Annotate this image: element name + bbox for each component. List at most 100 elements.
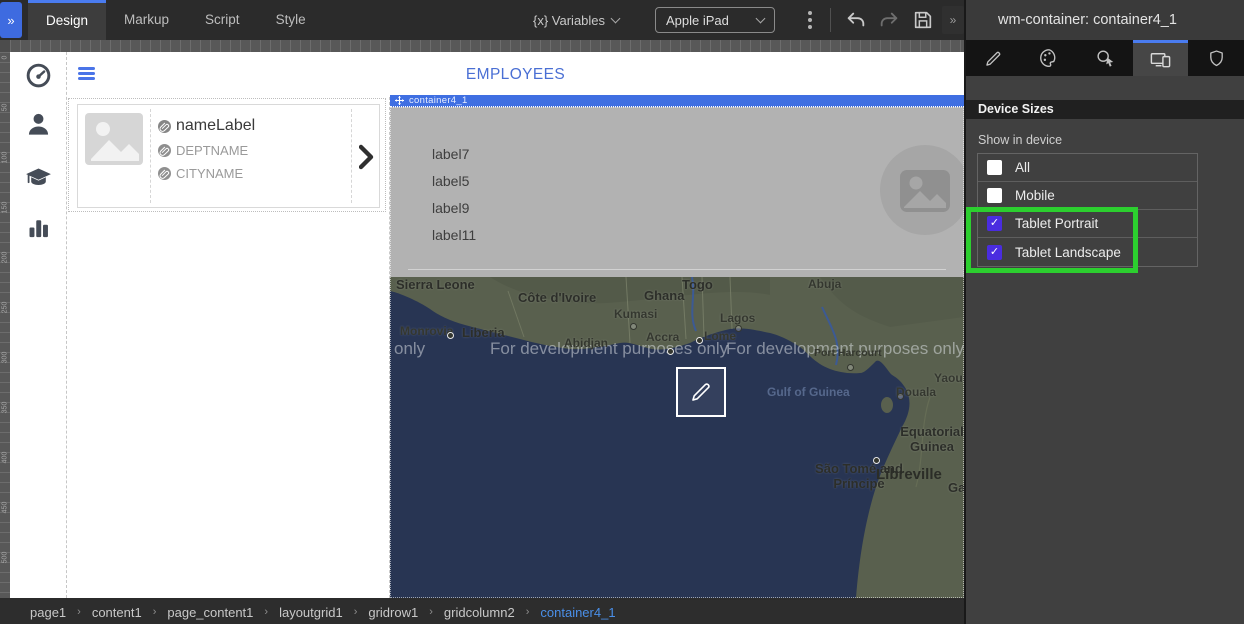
list-item-name-label: nameLabel [176,117,255,135]
device-option-tablet-landscape[interactable]: ✓ Tablet Landscape [978,238,1197,266]
breadcrumb-item-page1[interactable]: page1 [30,605,66,620]
map-label: Lome [704,329,736,343]
ruler-corner [0,40,10,52]
checkbox-checked[interactable]: ✓ [987,216,1002,231]
save-icon[interactable] [912,9,934,31]
person-icon[interactable] [25,111,52,138]
toolbar-more-button[interactable]: » [942,6,964,34]
device-preview-value: Apple iPad [666,13,729,28]
palette-icon [1038,47,1060,69]
card-separator [351,109,352,203]
expand-left-panel-button[interactable]: » [0,2,22,38]
page-header: EMPLOYEES [67,52,964,97]
panel-tab-security[interactable] [1188,40,1244,76]
map-label: Gulf of Guinea [767,385,850,399]
map-label: Lagos [720,311,755,325]
list-widget[interactable]: nameLabel DEPTNAME C [68,98,386,212]
map-watermark: only [394,339,425,359]
list-item-card[interactable]: nameLabel DEPTNAME C [77,104,380,208]
panel-tab-styles[interactable] [1022,40,1078,76]
breadcrumb-item-gridrow1[interactable]: gridrow1 [368,605,418,620]
checkbox-checked[interactable]: ✓ [987,245,1002,260]
tab-style[interactable]: Style [258,0,324,40]
speedometer-icon[interactable] [25,62,52,89]
breadcrumb-separator: › [429,606,433,618]
checkbox-unchecked[interactable] [987,188,1002,203]
device-option-tablet-portrait[interactable]: ✓Tablet Portrait [978,210,1197,238]
device-option-label: All [1015,160,1030,175]
breadcrumb-separator: › [77,606,81,618]
map-label: Liberia [462,325,505,340]
breadcrumb-separator: › [354,606,358,618]
widget-selection-bar[interactable]: container4_1 [390,95,964,107]
wavemaker-studio: » DesignMarkupScriptStyle {x} Variables … [0,0,1244,624]
chevron-down-icon [611,13,621,23]
panel-tab-devices[interactable] [1133,40,1189,76]
map-label: Abidjan [564,336,608,350]
device-option-label: Mobile [1015,188,1055,203]
breadcrumb-item-page_content1[interactable]: page_content1 [167,605,253,620]
device-sizes-header: Device Sizes [966,100,1244,119]
breadcrumb-separator: › [153,606,157,618]
breadcrumb-separator: › [526,606,530,618]
move-icon [395,96,404,105]
map-edit-button[interactable] [676,367,726,417]
tab-script[interactable]: Script [187,0,258,40]
device-preview-select[interactable]: Apple iPad [655,7,775,33]
breadcrumb-item-container4_1[interactable]: container4_1 [540,605,615,620]
pencil-icon [983,48,1004,69]
toolbar-divider [830,8,831,32]
horizontal-ruler [10,40,964,52]
panel-tab-inspect[interactable] [1077,40,1133,76]
map-label: Libreville [876,466,942,483]
map-marker [667,348,674,355]
inspect-cursor-icon [1094,47,1116,69]
breadcrumb-item-gridcolumn2[interactable]: gridcolumn2 [444,605,515,620]
page-left-nav [10,52,67,598]
tab-design[interactable]: Design [28,0,106,40]
map-label: Kumasi [614,307,657,321]
variables-menu[interactable]: {x} Variables [533,0,619,40]
properties-panel: wm-container: container4_1 [964,0,1244,624]
list-item-dept-label: DEPTNAME [176,143,248,158]
map-marker [735,325,742,332]
map-label: Yaoundé [934,371,964,385]
map-watermark: For development purposes only [490,339,728,359]
breadcrumb-item-content1[interactable]: content1 [92,605,142,620]
redo-icon[interactable] [878,9,900,31]
breadcrumb-item-layoutgrid1[interactable]: layoutgrid1 [279,605,343,620]
graduation-cap-icon[interactable] [25,164,52,191]
device-list: AllMobile✓Tablet Portrait✓Tablet Landsca… [977,153,1198,267]
ruler-tick-label: 100 [2,148,9,168]
container-widget[interactable]: label7label5label9label11 [390,107,964,277]
panel-title: wm-container: container4_1 [966,0,1244,40]
map-label: Togo [682,277,713,292]
chevron-right-icon[interactable] [359,144,374,170]
map-marker [873,457,880,464]
map-widget[interactable]: Sierra LeoneCôte d'IvoireGhanaTogoAbujaK… [390,277,964,598]
vertical-ruler: 050100150200250300350400450500550 [0,52,10,598]
container-label: label7 [432,146,476,162]
chevron-down-icon [756,13,766,23]
map-label: Ghana [644,288,684,303]
device-option-label: Tablet Landscape [1015,245,1121,260]
map-label: Accra [646,330,679,344]
bar-chart-icon[interactable] [25,214,52,241]
ruler-tick-label: 450 [2,498,9,518]
device-option-mobile[interactable]: Mobile [978,182,1197,210]
undo-icon[interactable] [845,9,867,31]
ruler-tick-label: 250 [2,298,9,318]
kebab-menu-icon[interactable] [808,11,812,15]
tab-markup[interactable]: Markup [106,0,187,40]
container-label: label5 [432,173,476,189]
breadcrumb-separator: › [264,606,268,618]
ruler-tick-label: 0 [2,52,9,68]
device-option-all[interactable]: All [978,154,1197,182]
card-separator [150,109,151,203]
map-label: Sierra Leone [396,277,475,292]
shield-icon [1206,48,1227,69]
panel-tabs [966,40,1244,76]
panel-tab-edit[interactable] [966,40,1022,76]
ruler-tick-label: 150 [2,198,9,218]
checkbox-unchecked[interactable] [987,160,1002,175]
